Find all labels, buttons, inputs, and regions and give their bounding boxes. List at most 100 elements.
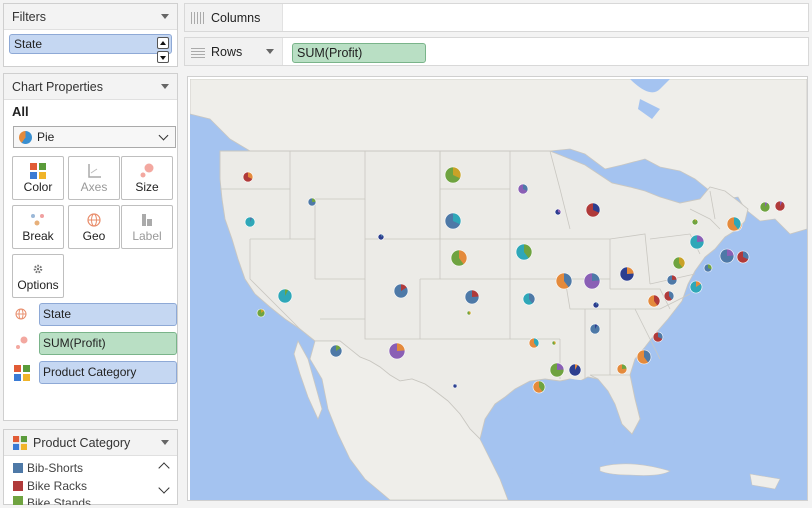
pie-marker[interactable]	[583, 272, 601, 290]
pie-marker[interactable]	[719, 248, 735, 264]
break-button[interactable]: Break	[12, 205, 64, 249]
legend-item[interactable]: Bike Stands	[13, 496, 91, 505]
encoding-pill-product-category[interactable]: Product Category	[39, 360, 177, 384]
pie-marker[interactable]	[377, 233, 385, 241]
chevron-down-icon[interactable]	[158, 482, 170, 494]
scroll-down-icon[interactable]	[157, 51, 169, 63]
pie-marker[interactable]	[589, 323, 601, 335]
pie-marker[interactable]	[528, 337, 540, 349]
pie-marker[interactable]	[517, 183, 529, 195]
legend-panel: Product Category Bib-Shorts Bike Racks B…	[3, 429, 178, 505]
pie-marker[interactable]	[666, 274, 678, 286]
rows-shelf-label: Rows	[185, 38, 283, 65]
pie-marker[interactable]	[551, 340, 557, 346]
columns-grip-icon	[191, 11, 205, 24]
rows-pill-profit[interactable]: SUM(Profit)	[292, 43, 426, 63]
size-button[interactable]: Size	[121, 156, 173, 200]
legend-title: Product Category	[33, 435, 131, 450]
pie-marker[interactable]	[444, 212, 462, 230]
label-button-label: Label	[132, 229, 162, 243]
pie-marker[interactable]	[652, 331, 664, 343]
axes-button-label: Axes	[80, 180, 108, 194]
pie-marker[interactable]	[689, 280, 703, 294]
pie-marker[interactable]	[242, 171, 254, 183]
legend-item[interactable]: Bib-Shorts	[13, 461, 83, 475]
columns-shelf-label: Columns	[185, 4, 283, 31]
pie-marker[interactable]	[736, 250, 750, 264]
pie-marker[interactable]	[619, 266, 635, 282]
filters-menu-icon[interactable]	[161, 14, 169, 19]
filter-pill-state[interactable]: State	[9, 34, 172, 63]
pie-marker[interactable]	[636, 349, 652, 365]
map-view[interactable]	[187, 76, 808, 501]
pie-marker[interactable]	[393, 283, 409, 299]
pie-marker[interactable]	[464, 289, 480, 305]
pie-marker[interactable]	[256, 308, 266, 318]
columns-shelf[interactable]: Columns	[184, 3, 809, 32]
pie-marker[interactable]	[307, 197, 317, 207]
encoding-row-size: SUM(Profit)	[12, 331, 177, 355]
geo-button[interactable]: Geo	[68, 205, 120, 249]
pie-marker[interactable]	[522, 292, 536, 306]
encoding-pill-profit[interactable]: SUM(Profit)	[39, 331, 177, 355]
pie-marker[interactable]	[592, 301, 600, 309]
globe-icon	[15, 308, 27, 320]
pie-marker[interactable]	[585, 202, 601, 218]
pie-marker[interactable]	[532, 380, 546, 394]
pie-marker[interactable]	[554, 208, 562, 216]
columns-label-text: Columns	[211, 10, 261, 25]
pie-marker[interactable]	[689, 234, 705, 250]
legend-item[interactable]: Bike Racks	[13, 479, 87, 493]
color-button[interactable]: Color	[12, 156, 64, 200]
chevron-down-icon	[158, 130, 169, 140]
pie-marker[interactable]	[647, 294, 661, 308]
pie-marker[interactable]	[663, 290, 675, 302]
pie-marker[interactable]	[549, 362, 565, 378]
mark-type-select[interactable]: Pie	[13, 126, 176, 148]
axes-button[interactable]: Axes	[68, 156, 120, 200]
pie-marker[interactable]	[515, 243, 533, 261]
pie-marker[interactable]	[691, 218, 699, 226]
pie-marker[interactable]	[774, 200, 786, 212]
encoding-row-color: Product Category	[12, 360, 177, 384]
pie-marker[interactable]	[452, 383, 458, 389]
scroll-up-icon[interactable]	[157, 37, 169, 49]
pie-marker[interactable]	[277, 288, 293, 304]
filters-header: Filters	[4, 4, 177, 30]
rows-grip-icon	[191, 45, 205, 58]
pie-marker[interactable]	[466, 310, 472, 316]
encoding-pill-state[interactable]: State	[39, 302, 177, 326]
filter-pill-label: State	[14, 37, 43, 51]
legend-menu-icon[interactable]	[161, 440, 169, 445]
pie-marker[interactable]	[759, 201, 771, 213]
axes-icon	[88, 164, 101, 178]
filter-scroll[interactable]	[157, 37, 169, 65]
pie-marker[interactable]	[450, 249, 468, 267]
options-button[interactable]: Options	[12, 254, 64, 298]
pie-icon	[19, 130, 32, 144]
us-map[interactable]	[190, 79, 807, 500]
pie-marker[interactable]	[555, 272, 573, 290]
pie-marker[interactable]	[568, 363, 582, 377]
pie-marker[interactable]	[388, 342, 406, 360]
pie-marker[interactable]	[244, 216, 256, 228]
break-button-label: Break	[22, 229, 54, 243]
legend-item-label: Bike Stands	[27, 496, 92, 505]
rows-shelf[interactable]: Rows SUM(Profit)	[184, 37, 809, 66]
pie-marker[interactable]	[616, 363, 628, 375]
chevron-up-icon[interactable]	[158, 462, 170, 474]
chart-properties-panel: Chart Properties All Pie Color Axes Size…	[3, 73, 178, 421]
globe-icon	[87, 213, 101, 227]
pie-marker[interactable]	[444, 166, 462, 184]
pie-marker[interactable]	[329, 344, 343, 358]
gear-icon	[33, 264, 43, 274]
chart-properties-menu-icon[interactable]	[161, 84, 169, 89]
legend-scrollbar[interactable]	[156, 458, 172, 500]
pie-marker[interactable]	[703, 263, 713, 273]
break-icon	[31, 214, 44, 226]
pie-marker[interactable]	[726, 216, 742, 232]
pie-marker[interactable]	[672, 256, 686, 270]
color-button-label: Color	[23, 180, 53, 194]
rows-menu-icon[interactable]	[266, 49, 274, 54]
label-button[interactable]: Label	[121, 205, 173, 249]
